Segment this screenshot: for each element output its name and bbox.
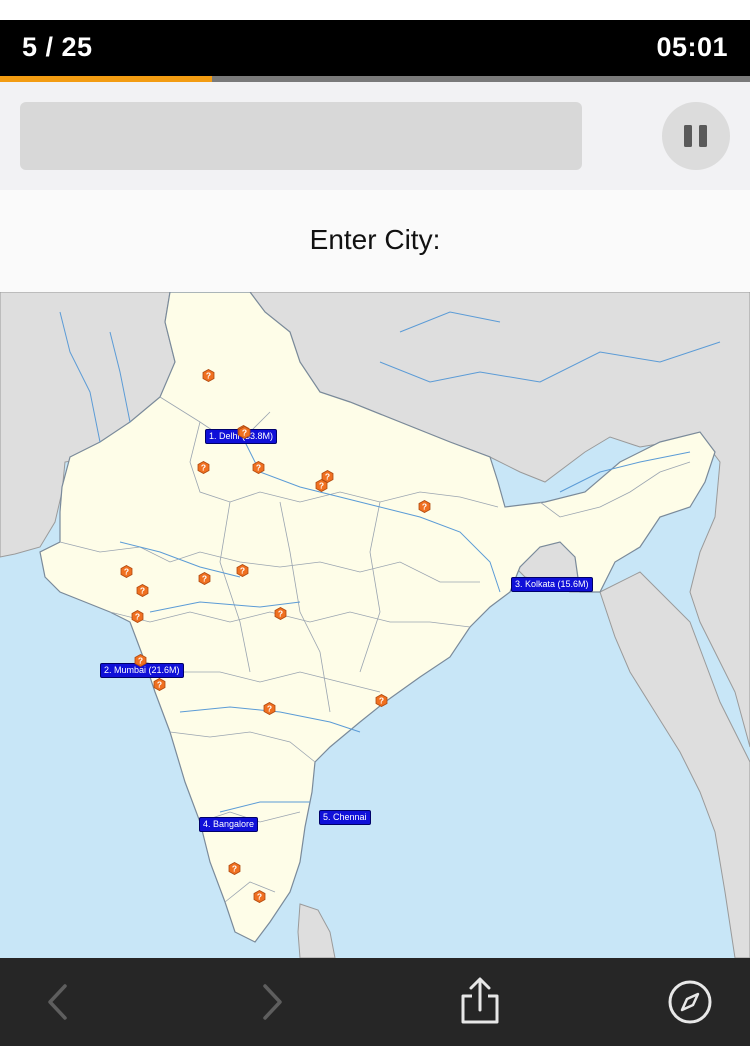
top-safe-area xyxy=(0,0,750,20)
svg-text:?: ? xyxy=(135,612,140,622)
unknown-city-marker[interactable]: ? xyxy=(134,654,147,667)
question-mark-icon: ? xyxy=(252,461,265,474)
svg-text:?: ? xyxy=(257,892,262,902)
neighbor-land-srilanka xyxy=(297,903,336,958)
chevron-left-icon xyxy=(48,984,67,1020)
pause-button[interactable] xyxy=(662,102,730,170)
question-mark-icon: ? xyxy=(315,479,328,492)
back-button[interactable] xyxy=(32,976,84,1028)
prompt-text: Enter City: xyxy=(309,224,441,255)
question-mark-icon: ? xyxy=(418,500,431,513)
chevron-right-icon xyxy=(263,984,282,1020)
unknown-city-marker[interactable]: ? xyxy=(418,500,431,513)
compass-icon xyxy=(668,980,712,1024)
answer-row xyxy=(0,82,750,190)
question-mark-icon: ? xyxy=(131,610,144,623)
svg-text:?: ? xyxy=(157,680,162,690)
unknown-city-marker[interactable]: ? xyxy=(315,479,328,492)
question-mark-icon: ? xyxy=(375,694,388,707)
unknown-city-marker[interactable]: ? xyxy=(228,862,241,875)
unknown-city-marker[interactable]: ? xyxy=(197,461,210,474)
svg-text:?: ? xyxy=(319,481,324,491)
question-counter: 5 / 25 xyxy=(22,32,93,62)
unknown-city-marker[interactable]: ? xyxy=(120,565,133,578)
svg-text:?: ? xyxy=(124,567,129,577)
svg-text:?: ? xyxy=(256,463,261,473)
svg-text:?: ? xyxy=(278,609,283,619)
question-mark-icon: ? xyxy=(153,678,166,691)
city-label-bangalore: 4. Bangalore xyxy=(199,817,259,832)
safari-compass-button[interactable] xyxy=(664,976,716,1028)
unknown-city-marker[interactable]: ? xyxy=(153,678,166,691)
question-mark-icon: ? xyxy=(136,584,149,597)
svg-text:?: ? xyxy=(232,864,237,874)
question-mark-icon: ? xyxy=(228,862,241,875)
question-mark-icon: ? xyxy=(198,572,211,585)
svg-text:?: ? xyxy=(138,656,143,666)
map-canvas xyxy=(0,292,750,958)
unknown-city-marker[interactable]: ? xyxy=(236,564,249,577)
unknown-city-marker[interactable]: ? xyxy=(198,572,211,585)
forward-button[interactable] xyxy=(246,976,298,1028)
city-label-kolkata: 3. Kolkata (15.6M) xyxy=(511,577,593,592)
browser-toolbar xyxy=(0,958,750,1046)
question-mark-icon: ? xyxy=(202,369,215,382)
quiz-status-bar: 5 / 25 05:01 xyxy=(0,20,750,76)
question-mark-icon: ? xyxy=(263,702,276,715)
unknown-city-marker[interactable]: ? xyxy=(375,694,388,707)
pause-icon xyxy=(684,125,707,147)
unknown-city-marker[interactable]: ? xyxy=(202,369,215,382)
svg-text:?: ? xyxy=(206,371,211,381)
unknown-city-marker[interactable]: ? xyxy=(274,607,287,620)
question-mark-icon: ? xyxy=(120,565,133,578)
unknown-city-marker[interactable]: ? xyxy=(263,702,276,715)
question-mark-icon: ? xyxy=(197,461,210,474)
countdown-timer: 05:01 xyxy=(656,32,728,62)
share-icon xyxy=(461,977,499,1024)
question-mark-icon: ? xyxy=(134,654,147,667)
svg-text:?: ? xyxy=(242,428,247,438)
unknown-city-marker[interactable]: ? xyxy=(252,461,265,474)
unknown-city-marker[interactable]: ? xyxy=(131,610,144,623)
svg-text:?: ? xyxy=(240,566,245,576)
question-prompt: Enter City: xyxy=(0,190,750,292)
svg-text:?: ? xyxy=(202,574,207,584)
question-mark-icon: ? xyxy=(274,607,287,620)
question-mark-icon: ? xyxy=(236,564,249,577)
unknown-city-marker[interactable]: ? xyxy=(136,584,149,597)
svg-text:?: ? xyxy=(379,696,384,706)
svg-text:?: ? xyxy=(201,463,206,473)
unknown-city-marker[interactable]: ? xyxy=(253,890,266,903)
question-mark-icon: ? xyxy=(253,890,266,903)
svg-text:?: ? xyxy=(140,586,145,596)
city-label-chennai: 5. Chennai xyxy=(319,810,371,825)
svg-text:?: ? xyxy=(267,704,272,714)
city-answer-input[interactable] xyxy=(20,102,582,170)
share-button[interactable] xyxy=(454,976,506,1028)
india-map[interactable]: 1. Delhi (33.8M) 2. Mumbai (21.6M) 3. Ko… xyxy=(0,292,750,958)
question-mark-icon: ? xyxy=(238,426,251,439)
unknown-city-marker[interactable]: ? xyxy=(238,426,251,439)
svg-text:?: ? xyxy=(422,502,427,512)
